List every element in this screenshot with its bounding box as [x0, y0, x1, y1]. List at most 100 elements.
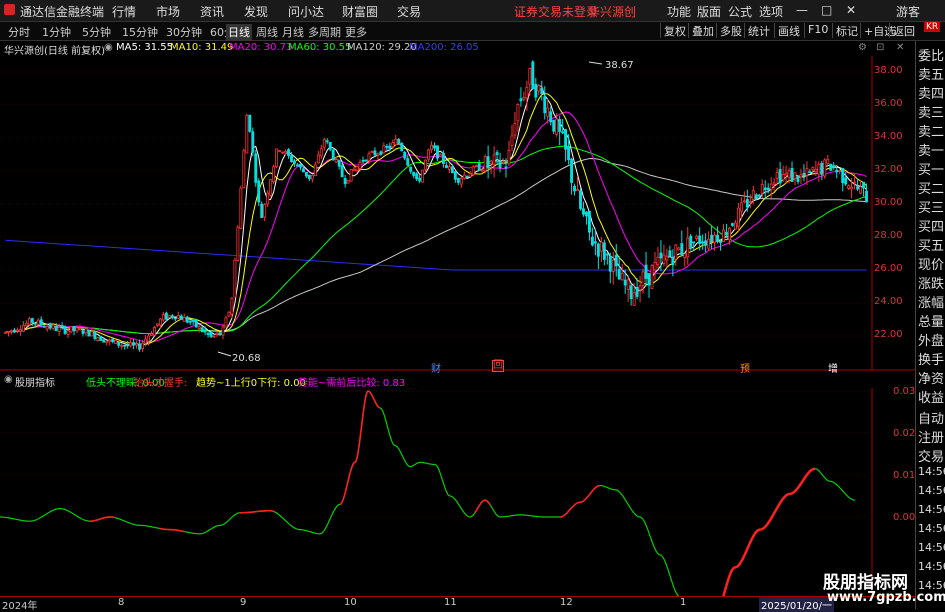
maximize-icon[interactable]: □ — [821, 3, 832, 17]
candle-body — [99, 335, 103, 341]
menu-item-faxian[interactable]: 发现 — [244, 3, 268, 20]
candle-body — [704, 240, 708, 245]
mark-button[interactable]: 标记 — [832, 23, 861, 38]
candle-body — [304, 171, 308, 177]
candle-body — [242, 150, 246, 189]
period-multi[interactable]: 多周期 — [308, 24, 341, 40]
period-15min[interactable]: 15分钟 — [122, 24, 158, 40]
close-icon[interactable]: ✕ — [846, 3, 856, 17]
period-5min[interactable]: 5分钟 — [82, 24, 111, 40]
candle-body — [844, 177, 848, 185]
indicator-settings-icon[interactable]: ◉ — [4, 374, 13, 385]
candle-body — [96, 337, 100, 341]
indicator-name[interactable]: 股朋指标 — [15, 374, 55, 389]
candle-body — [343, 177, 347, 185]
back-button[interactable]: 返回 — [889, 23, 918, 38]
candle-body — [170, 315, 174, 318]
side-panel-item: 卖五 — [918, 68, 945, 83]
ma-settings-icon[interactable]: ◉ — [104, 42, 113, 53]
fuquan-button[interactable]: 复权 — [660, 23, 689, 38]
candle-body — [510, 135, 514, 146]
candle-body — [27, 318, 31, 326]
event-marker-hui[interactable]: 回 — [492, 360, 504, 372]
candle-body — [301, 168, 305, 173]
period-monthly[interactable]: 月线 — [282, 24, 304, 40]
side-panel-item: 14:56 — [918, 503, 945, 516]
candle-body — [468, 173, 472, 178]
multi-stock-button[interactable]: 多股 — [716, 23, 745, 38]
period-weekly[interactable]: 周线 — [256, 24, 278, 40]
candle-body — [30, 318, 34, 323]
period-daily[interactable]: 日线 — [226, 24, 252, 40]
menu-item-gongshi[interactable]: 公式 — [728, 3, 752, 20]
chart-close-icon[interactable]: ✕ — [896, 42, 904, 53]
candle-body — [739, 202, 743, 212]
candle-body — [10, 330, 13, 333]
candle-body — [328, 142, 332, 150]
menu-item-caifuquan[interactable]: 财富圈 — [342, 3, 378, 20]
menu-item-hangqing[interactable]: 行情 — [112, 3, 136, 20]
chart-settings-icon[interactable]: ⚙ — [858, 42, 867, 53]
side-panel-item[interactable]: 交易 — [918, 446, 944, 465]
side-panel-item[interactable]: 注册 — [918, 427, 944, 446]
menu-item-shichang[interactable]: 市场 — [156, 3, 180, 20]
candle-body — [596, 243, 600, 257]
minimize-icon[interactable]: — — [796, 3, 808, 17]
candlestick-chart[interactable]: 38.67 20.68 — [0, 56, 915, 371]
candle-body — [686, 237, 690, 258]
candle-body — [188, 320, 192, 323]
menu-item-xuanxiang[interactable]: 选项 — [759, 3, 783, 20]
candle-body — [57, 327, 61, 332]
candle-body — [412, 171, 416, 176]
menu-item-wenxiaoda[interactable]: 问小达 — [288, 3, 324, 20]
candle-body — [620, 272, 624, 281]
side-panel-item: 14:56 — [918, 484, 945, 497]
overlay-button[interactable]: 叠加 — [688, 23, 717, 38]
candle-body — [570, 158, 574, 183]
candle-body — [197, 326, 201, 329]
side-panel-item: 买一 — [918, 163, 945, 178]
candle-body — [254, 153, 258, 183]
candle-body — [513, 123, 517, 136]
period-more[interactable]: 更多 — [345, 24, 367, 40]
side-panel-item: 14:56 — [918, 541, 945, 554]
menu-item-banmian[interactable]: 版面 — [697, 3, 721, 20]
candle-body — [725, 231, 728, 236]
candle-body — [587, 210, 591, 233]
side-panel-item: 卖三 — [918, 106, 945, 121]
side-panel-item: 卖四 — [918, 87, 945, 102]
f10-button[interactable]: F10 — [804, 23, 831, 38]
indicator-line-up — [339, 390, 381, 506]
watermark-url: www.7gpzb.com — [827, 590, 945, 605]
side-panel-item: 总量 — [918, 315, 945, 330]
menu-item-jiaoyi[interactable]: 交易 — [397, 3, 421, 20]
period-1min[interactable]: 1分钟 — [42, 24, 71, 40]
indicator-value-4: 势能~需前后比较: 0.83 — [298, 378, 406, 389]
draw-button[interactable]: 画线 — [774, 23, 803, 38]
guest-label[interactable]: 游客 — [896, 3, 920, 20]
side-panel-item[interactable]: 自动 — [918, 408, 944, 427]
candle-body — [549, 111, 553, 123]
stats-button[interactable]: 统计 — [744, 23, 773, 38]
candle-body — [221, 326, 225, 336]
period-30min[interactable]: 30分钟 — [166, 24, 202, 40]
menu-item-gongneng[interactable]: 功能 — [667, 3, 691, 20]
indicator-line-up — [159, 527, 186, 533]
candle-body — [781, 173, 785, 181]
menu-item-zixun[interactable]: 资讯 — [200, 3, 224, 20]
candle-body — [72, 325, 76, 332]
chart-expand-icon[interactable]: ⊡ — [876, 42, 884, 53]
candle-body — [683, 253, 687, 258]
candle-body — [421, 169, 425, 183]
candle-body — [352, 168, 356, 172]
candle-body — [126, 344, 130, 347]
candle-body — [748, 201, 752, 203]
candle-body — [790, 168, 794, 183]
candle-body — [436, 145, 439, 159]
candle-body — [719, 240, 722, 243]
indicator-chart[interactable] — [0, 388, 915, 596]
login-status[interactable]: 证券交易未登录 — [514, 3, 598, 20]
x-label-1: 1 — [680, 597, 687, 608]
candle-body — [69, 326, 73, 333]
period-fenshi[interactable]: 分时 — [8, 24, 30, 40]
